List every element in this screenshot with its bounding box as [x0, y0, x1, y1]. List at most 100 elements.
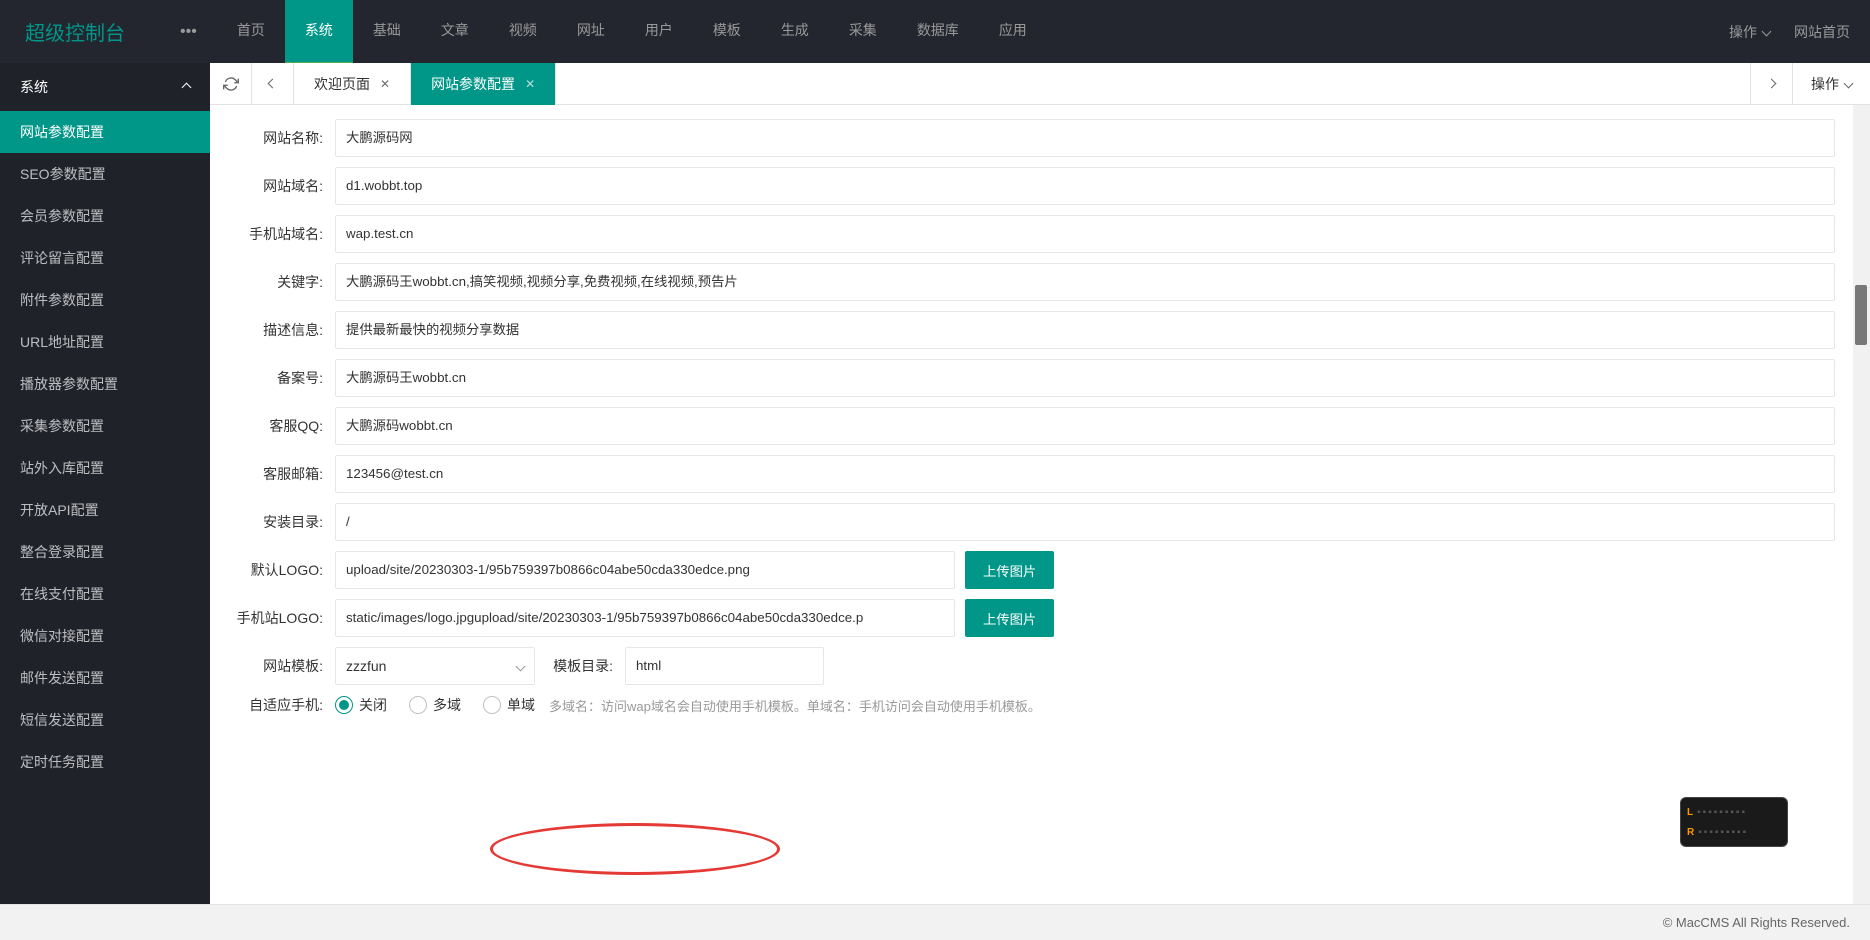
- label-keywords: 关键字:: [235, 272, 335, 292]
- input-default-logo[interactable]: [335, 551, 955, 589]
- sidebar-head[interactable]: 系统: [0, 63, 210, 111]
- sidebar-item-sms[interactable]: 短信发送配置: [0, 699, 210, 741]
- sidebar-item-cron[interactable]: 定时任务配置: [0, 741, 210, 783]
- sidebar-item-player[interactable]: 播放器参数配置: [0, 363, 210, 405]
- radio-icon: [409, 696, 427, 714]
- upload-mobile-logo-button[interactable]: 上传图片: [965, 599, 1054, 637]
- radio-group-adaptive: 关闭 多域 单域: [335, 695, 535, 715]
- sidebar-item-login[interactable]: 整合登录配置: [0, 531, 210, 573]
- upload-default-logo-button[interactable]: 上传图片: [965, 551, 1054, 589]
- subtab-operate-dropdown[interactable]: 操作: [1792, 63, 1870, 105]
- radio-adaptive-off[interactable]: 关闭: [335, 695, 387, 715]
- header-site-home-link[interactable]: 网站首页: [1794, 22, 1850, 42]
- footer: © MacCMS All Rights Reserved.: [0, 904, 1870, 939]
- sidebar-item-comment[interactable]: 评论留言配置: [0, 237, 210, 279]
- label-template: 网站模板:: [235, 656, 335, 676]
- sidebar-item-collect[interactable]: 采集参数配置: [0, 405, 210, 447]
- nav-tab-url[interactable]: 网址: [557, 0, 625, 65]
- form-area: 网站名称: 网站域名: 手机站域名: 关键字: 描述信息: 备案号:: [210, 105, 1870, 904]
- subtab-site-config[interactable]: 网站参数配置 ✕: [411, 63, 556, 105]
- input-install-dir[interactable]: [335, 503, 1835, 541]
- nav-tab-app[interactable]: 应用: [979, 0, 1047, 65]
- radio-adaptive-single[interactable]: 单域: [483, 695, 535, 715]
- subtab-label: 网站参数配置: [431, 63, 515, 105]
- chevron-down-icon: [1762, 27, 1772, 37]
- outer-scrollbar-thumb[interactable]: [1855, 285, 1867, 345]
- header-operate-dropdown[interactable]: 操作: [1729, 22, 1770, 42]
- input-mobile-domain[interactable]: [335, 215, 1835, 253]
- close-icon[interactable]: ✕: [380, 63, 390, 105]
- header-right: 操作 网站首页: [1729, 22, 1850, 42]
- nav-tab-basic[interactable]: 基础: [353, 0, 421, 65]
- form-row-default-logo: 默认LOGO: 上传图片: [235, 551, 1835, 589]
- input-site-name[interactable]: [335, 119, 1835, 157]
- sidebar-item-url[interactable]: URL地址配置: [0, 321, 210, 363]
- chevron-down-icon: [1844, 79, 1854, 89]
- outer-scrollbar[interactable]: [1853, 105, 1870, 904]
- sidebar-head-label: 系统: [20, 63, 48, 111]
- input-template-dir[interactable]: [625, 647, 824, 685]
- subtab-prev-button[interactable]: [252, 63, 294, 105]
- nav-tab-user[interactable]: 用户: [625, 0, 693, 65]
- label-site-name: 网站名称:: [235, 128, 335, 148]
- label-mobile-logo: 手机站LOGO:: [235, 608, 335, 628]
- chevron-down-icon: [516, 661, 526, 671]
- refresh-button[interactable]: [210, 63, 252, 105]
- app-logo: 超级控制台: [20, 17, 130, 46]
- input-description[interactable]: [335, 311, 1835, 349]
- kb-r-key: R: [1687, 827, 1694, 838]
- input-icp[interactable]: [335, 359, 1835, 397]
- label-default-logo: 默认LOGO:: [235, 560, 335, 580]
- form-row-qq: 客服QQ:: [235, 407, 1835, 445]
- form-row-install-dir: 安装目录:: [235, 503, 1835, 541]
- form-row-adaptive: 自适应手机: 关闭 多域 单域 多域名：访问wap域名会自动使用手: [235, 695, 1835, 715]
- input-domain[interactable]: [335, 167, 1835, 205]
- sidebar-item-email[interactable]: 邮件发送配置: [0, 657, 210, 699]
- select-template[interactable]: zzzfun: [335, 647, 535, 685]
- sidebar-item-attachment[interactable]: 附件参数配置: [0, 279, 210, 321]
- sidebar-item-api[interactable]: 开放API配置: [0, 489, 210, 531]
- nav-tab-article[interactable]: 文章: [421, 0, 489, 65]
- sidebar-item-wechat[interactable]: 微信对接配置: [0, 615, 210, 657]
- radio-adaptive-multi[interactable]: 多域: [409, 695, 461, 715]
- nav-tab-home[interactable]: 首页: [217, 0, 285, 65]
- form-row-mobile-logo: 手机站LOGO: 上传图片: [235, 599, 1835, 637]
- main-wrap: 系统 网站参数配置 SEO参数配置 会员参数配置 评论留言配置 附件参数配置 U…: [0, 63, 1870, 904]
- input-email[interactable]: [335, 455, 1835, 493]
- close-icon[interactable]: ✕: [525, 63, 535, 105]
- radio-label: 单域: [507, 695, 535, 715]
- label-mobile-domain: 手机站域名:: [235, 224, 335, 244]
- nav-tab-database[interactable]: 数据库: [897, 0, 979, 65]
- sidebar-item-member[interactable]: 会员参数配置: [0, 195, 210, 237]
- nav-tab-generate[interactable]: 生成: [761, 0, 829, 65]
- kb-dots-icon: ▪▪▪▪▪▪▪▪▪: [1697, 807, 1747, 818]
- nav-tabs: 首页 系统 基础 文章 视频 网址 用户 模板 生成 采集 数据库 应用: [217, 0, 1729, 65]
- subtab-next-button[interactable]: [1750, 63, 1792, 105]
- form-row-mobile-domain: 手机站域名:: [235, 215, 1835, 253]
- nav-tab-template[interactable]: 模板: [693, 0, 761, 65]
- highlight-ellipse: [490, 823, 780, 875]
- nav-tab-video[interactable]: 视频: [489, 0, 557, 65]
- keyboard-overlay-widget[interactable]: L▪▪▪▪▪▪▪▪▪ R▪▪▪▪▪▪▪▪▪: [1680, 797, 1788, 847]
- nav-tab-system[interactable]: 系统: [285, 0, 353, 65]
- subtab-operate-label: 操作: [1811, 63, 1839, 105]
- radio-label: 多域: [433, 695, 461, 715]
- subtab-welcome[interactable]: 欢迎页面 ✕: [294, 63, 411, 105]
- form-row-template: 网站模板: zzzfun 模板目录:: [235, 647, 1835, 685]
- sidebar-item-external[interactable]: 站外入库配置: [0, 447, 210, 489]
- label-domain: 网站域名:: [235, 176, 335, 196]
- nav-tab-collect[interactable]: 采集: [829, 0, 897, 65]
- sidebar-item-seo[interactable]: SEO参数配置: [0, 153, 210, 195]
- more-dots-icon[interactable]: •••: [160, 23, 217, 41]
- label-qq: 客服QQ:: [235, 416, 335, 436]
- subtab-tabs: 欢迎页面 ✕ 网站参数配置 ✕: [294, 63, 1750, 105]
- input-qq[interactable]: [335, 407, 1835, 445]
- form-row-email: 客服邮箱:: [235, 455, 1835, 493]
- input-mobile-logo[interactable]: [335, 599, 955, 637]
- top-header: 超级控制台 ••• 首页 系统 基础 文章 视频 网址 用户 模板 生成 采集 …: [0, 0, 1870, 63]
- sidebar-item-site-config[interactable]: 网站参数配置: [0, 111, 210, 153]
- input-keywords[interactable]: [335, 263, 1835, 301]
- chevron-left-icon: [268, 79, 278, 89]
- header-operate-label: 操作: [1729, 22, 1757, 42]
- sidebar-item-payment[interactable]: 在线支付配置: [0, 573, 210, 615]
